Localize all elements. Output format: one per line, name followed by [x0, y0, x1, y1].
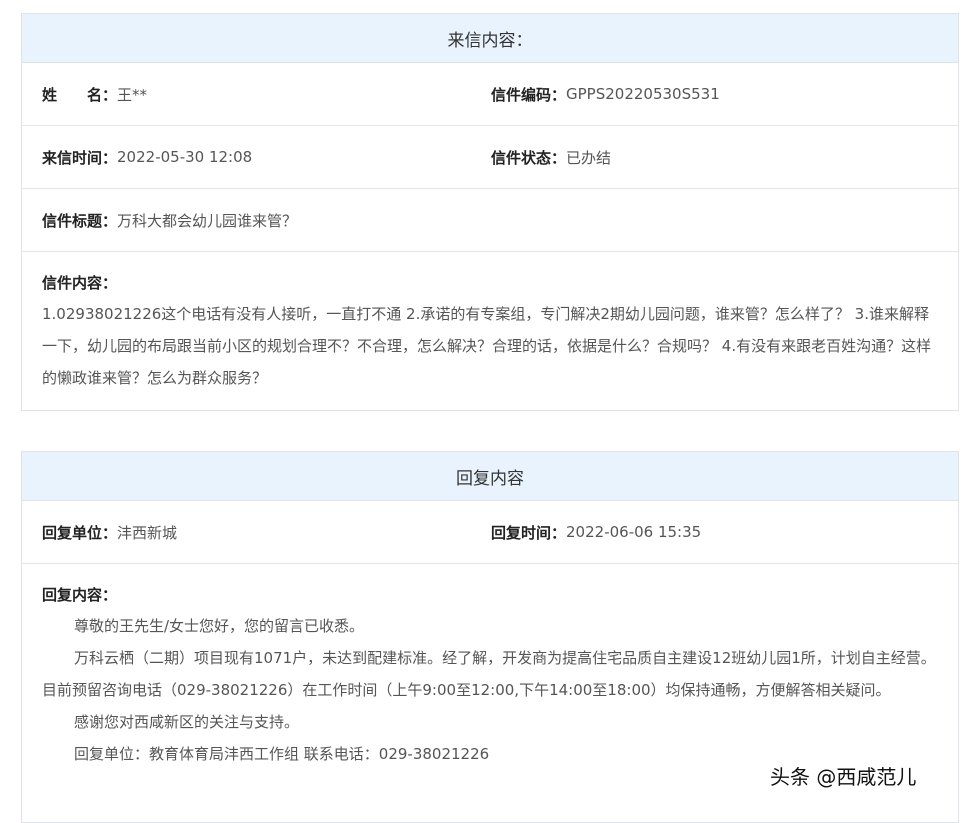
reply-panel-header: 回复内容: [22, 452, 958, 501]
letter-row-name-code: 姓 名： 王** 信件编码： GPPS20220530S531: [22, 63, 958, 126]
code-value: GPPS20220530S531: [566, 85, 720, 103]
reply-paragraph: 尊敬的王先生/女士您好，您的留言已收悉。: [74, 617, 365, 635]
letter-time-label: 来信时间：: [42, 148, 118, 167]
letter-time-value: 2022-05-30 12:08: [117, 148, 253, 166]
letter-panel: 来信内容： 姓 名： 王** 信件编码： GPPS20220530S531 来信…: [21, 13, 959, 411]
reply-content-label: 回复内容：: [42, 586, 118, 604]
letter-code-cell: 信件编码： GPPS20220530S531: [491, 84, 720, 105]
code-label: 信件编码：: [491, 85, 567, 104]
reply-content-block: 回复内容： 尊敬的王先生/女士您好，您的留言已收悉。 万科云栖（二期）项目现有1…: [22, 564, 958, 770]
status-value: 已办结: [566, 148, 612, 167]
letter-content-block: 信件内容： 1.02938021226这个电话有没有人接听，一直打不通 2.承诺…: [22, 252, 958, 394]
name-label: 姓 名：: [42, 85, 118, 104]
reply-paragraph: 万科云栖（二期）项目现有1071户，未达到配建标准。经了解，开发商为提高住宅品质…: [42, 649, 936, 699]
letter-name-cell: 姓 名： 王**: [42, 84, 491, 105]
subject-value: 万科大都会幼儿园谁来管？: [117, 211, 298, 230]
letter-row-subject: 信件标题： 万科大都会幼儿园谁来管？: [22, 189, 958, 252]
letter-status-cell: 信件状态： 已办结: [491, 147, 611, 168]
reply-row-unit-time: 回复单位： 沣西新城 回复时间： 2022-06-06 15:35: [22, 501, 958, 564]
reply-time-value: 2022-06-06 15:35: [566, 523, 702, 541]
letter-subject-cell: 信件标题： 万科大都会幼儿园谁来管？: [42, 210, 297, 231]
reply-paragraph: 感谢您对西咸新区的关注与支持。: [74, 713, 300, 731]
name-value: 王**: [117, 85, 148, 104]
letter-time-cell: 来信时间： 2022-05-30 12:08: [42, 147, 491, 168]
reply-time-label: 回复时间：: [491, 523, 567, 542]
letter-panel-header: 来信内容：: [22, 14, 958, 63]
watermark: 头条 @西咸范儿: [770, 765, 917, 789]
reply-time-cell: 回复时间： 2022-06-06 15:35: [491, 522, 701, 543]
reply-unit-label: 回复单位：: [42, 523, 118, 542]
letter-row-time-status: 来信时间： 2022-05-30 12:08 信件状态： 已办结: [22, 126, 958, 189]
subject-label: 信件标题：: [42, 211, 118, 230]
letter-content-label: 信件内容：: [42, 274, 118, 292]
reply-unit-cell: 回复单位： 沣西新城: [42, 522, 491, 543]
status-label: 信件状态：: [491, 148, 567, 167]
letter-content-text: 1.02938021226这个电话有没有人接听，一直打不通 2.承诺的有专案组，…: [42, 305, 932, 387]
reply-unit-value: 沣西新城: [117, 523, 178, 542]
